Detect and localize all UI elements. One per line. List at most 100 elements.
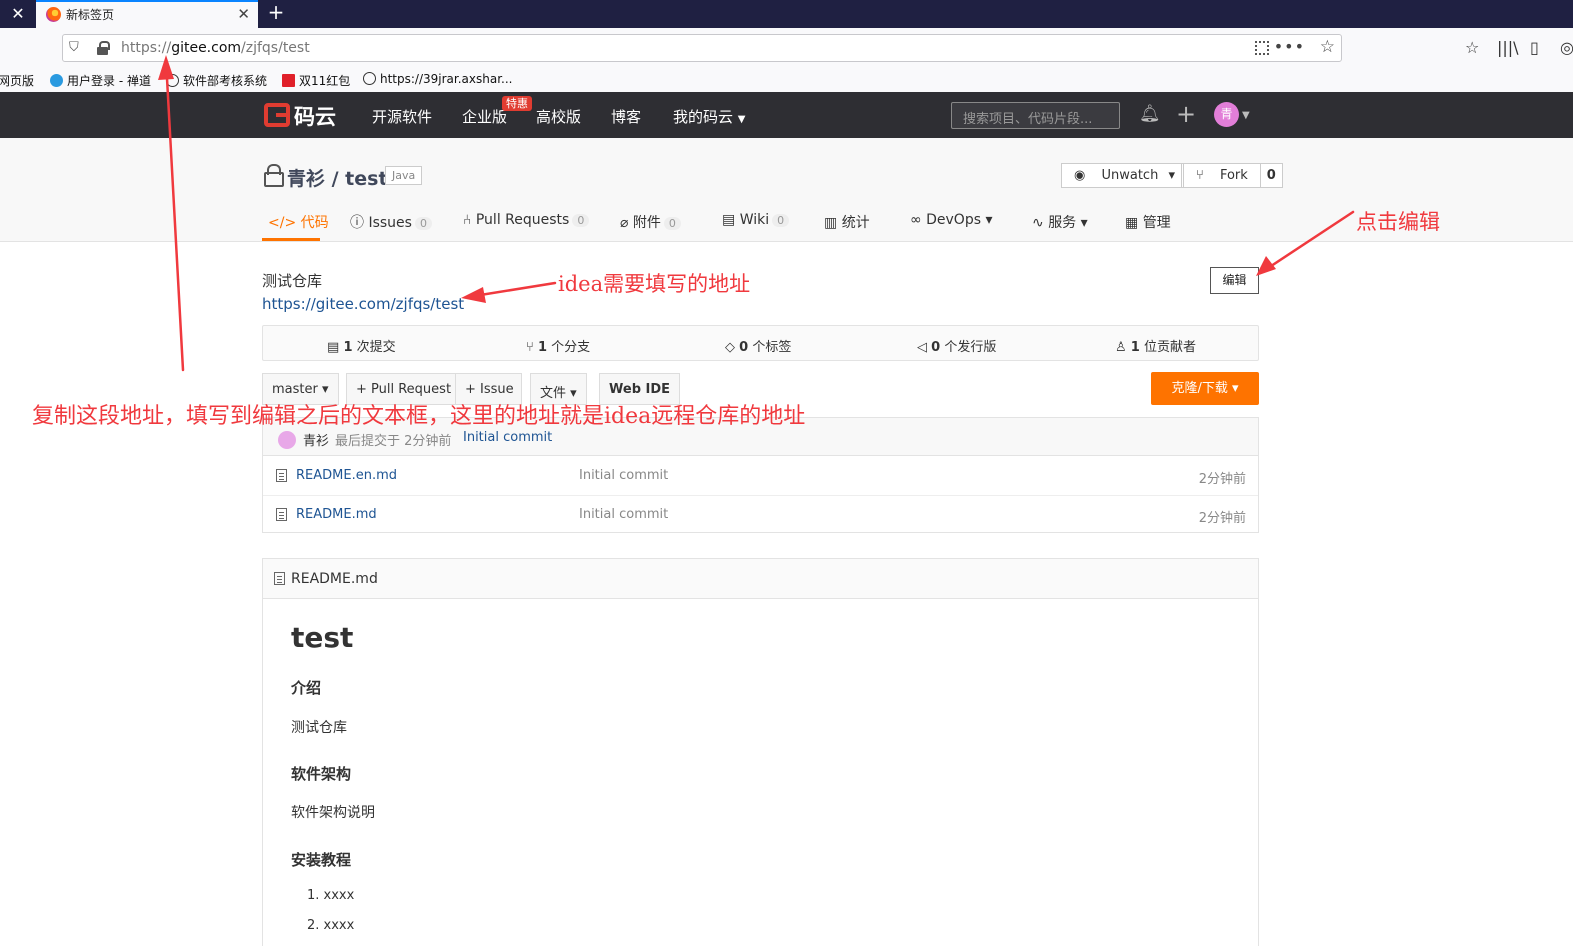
pull-request-icon: ⑃ (463, 212, 472, 228)
eye-icon: ◉ (1074, 168, 1086, 183)
stat-tags[interactable]: ◇ 0 个标签 (725, 336, 791, 355)
globe-icon (363, 72, 376, 85)
repo-title[interactable]: 青衫 / test (287, 164, 388, 191)
issue-icon: ⓘ (350, 215, 364, 231)
tag-icon: ◇ (725, 340, 735, 355)
arrowhead (461, 287, 486, 303)
tab-close-icon[interactable]: ✕ (237, 5, 250, 23)
bookmark-item[interactable]: 网页版 (0, 72, 34, 89)
account-icon[interactable]: ◎ (1560, 38, 1573, 57)
commit-icon: ▤ (327, 340, 340, 355)
address-bar[interactable]: ⛉ https://gitee.com/zjfqs/test ••• ☆ (62, 34, 1342, 62)
avatar[interactable] (278, 431, 296, 449)
globe-icon (50, 74, 63, 87)
fork-count[interactable]: 0 (1259, 164, 1282, 187)
url-text[interactable]: https://gitee.com/zjfqs/test (121, 40, 310, 56)
bell-icon[interactable]: 🔔︎ (1139, 104, 1161, 124)
readme-heading: 软件架构 (291, 765, 352, 783)
stat-releases[interactable]: ◁ 0 个发行版 (917, 336, 996, 355)
tab-wiki[interactable]: ▤ Wiki 0 (722, 212, 790, 228)
people-icon: ♙ (1115, 340, 1127, 355)
lock-icon (264, 164, 284, 187)
nav-enterprise[interactable]: 企业版 (462, 106, 507, 127)
file-time: 2分钟前 (1198, 472, 1246, 487)
annotation-edit-note: 点击编辑 (1356, 210, 1440, 234)
file-name[interactable]: README.md (296, 507, 377, 522)
tab-services[interactable]: ∿ 服务 ▾ (1032, 212, 1088, 232)
pulse-icon: ∿ (1032, 215, 1044, 231)
pin-star-icon[interactable]: ☆ (1465, 38, 1479, 57)
readme-panel: README.md test 介绍 测试仓库 软件架构 软件架构说明 安装教程 … (262, 558, 1259, 946)
close-icon[interactable]: ✕ (6, 3, 30, 25)
table-row[interactable]: README.en.md Initial commit 2分钟前 (263, 457, 1258, 495)
readme-title: test (291, 621, 354, 654)
browser-tabstrip: ✕ 新标签页 ✕ + (0, 0, 1573, 28)
paperclip-icon: ⌀ (620, 215, 629, 231)
list-item: 2. xxxx (307, 918, 355, 933)
gitee-logo-icon[interactable] (264, 103, 290, 127)
browser-tab[interactable]: 新标签页 ✕ (36, 0, 258, 28)
shield-icon[interactable]: ⛉ (69, 40, 83, 56)
browser-toolbar: ⛉ https://gitee.com/zjfqs/test ••• ☆ ☆ |… (0, 28, 1573, 68)
nav-blog[interactable]: 博客 (611, 106, 641, 127)
fork-button[interactable]: ⑂ Fork 0 (1183, 163, 1283, 188)
avatar[interactable]: 青 (1214, 102, 1239, 127)
file-commit[interactable]: Initial commit (579, 468, 668, 483)
more-icon[interactable]: ••• (1274, 37, 1305, 56)
qr-code-icon[interactable] (1255, 41, 1269, 55)
caret-down-icon[interactable]: ▼ (1242, 110, 1250, 121)
bookmark-item[interactable]: 软件部考核系统 (166, 72, 267, 89)
nav-my-gitee[interactable]: 我的码云 ▼ (673, 106, 746, 127)
sidebar-icon[interactable]: ▯ (1530, 38, 1539, 57)
stat-commits[interactable]: ▤ 1 次提交 (327, 336, 396, 355)
library-icon[interactable]: |||\ (1497, 38, 1519, 57)
tab-manage[interactable]: ▦ 管理 (1125, 212, 1171, 232)
stat-branches[interactable]: ⑂ 1 个分支 (526, 336, 590, 355)
readme-paragraph: 软件架构说明 (291, 805, 375, 821)
firefox-icon (46, 7, 61, 22)
readme-paragraph: 测试仓库 (291, 720, 347, 736)
nav-education[interactable]: 高校版 (536, 106, 581, 127)
list-item: 1. xxxx (307, 888, 355, 903)
tmall-icon (282, 74, 295, 87)
commit-message[interactable]: Initial commit (463, 430, 552, 445)
language-badge: Java (385, 166, 423, 185)
tab-stats[interactable]: ▥ 统计 (824, 212, 870, 232)
lock-icon[interactable] (97, 41, 110, 55)
stat-contributors[interactable]: ♙ 1 位贡献者 (1115, 336, 1196, 355)
plus-icon[interactable]: + (1176, 100, 1196, 128)
table-row[interactable]: README.md Initial commit 2分钟前 (263, 495, 1258, 533)
nav-open-source[interactable]: 开源软件 (372, 106, 432, 127)
site-header: 码云 开源软件 企业版 特惠 高校版 博客 我的码云 ▼ 搜索项目、代码片段..… (0, 92, 1573, 138)
tab-pull-requests[interactable]: ⑃ Pull Requests 0 (463, 212, 590, 228)
repo-homepage-link[interactable]: https://gitee.com/zjfqs/test (262, 295, 464, 313)
bookmark-item[interactable]: https://39jrar.axshar... (363, 72, 513, 86)
readme-heading: 介绍 (291, 679, 322, 697)
bookmark-item[interactable]: 双11红包 (282, 72, 350, 89)
bar-chart-icon: ▥ (824, 215, 838, 231)
edit-button[interactable]: 编辑 (1210, 267, 1259, 294)
file-commit[interactable]: Initial commit (579, 507, 668, 522)
bookmarks-bar: 网页版 用户登录 - 禅道 软件部考核系统 双11红包 https://39jr… (0, 68, 1573, 92)
bookmark-item[interactable]: 用户登录 - 禅道 (50, 72, 151, 89)
fork-icon: ⑂ (1196, 168, 1204, 183)
bookmark-star-icon[interactable]: ☆ (1320, 37, 1335, 57)
tab-issues[interactable]: ⓘ Issues 0 (350, 212, 432, 232)
readme-heading: 安装教程 (291, 851, 352, 869)
tab-code[interactable]: </> 代码 (268, 212, 329, 232)
arrowhead (1256, 256, 1276, 276)
repo-stats-bar: ▤ 1 次提交 ⑂ 1 个分支 ◇ 0 个标签 ◁ 0 个发行版 ♙ 1 位贡献… (262, 325, 1259, 361)
tab-attachments[interactable]: ⌀ 附件 0 (620, 212, 681, 232)
commit-meta: 最后提交于 2分钟前 (335, 434, 452, 449)
new-tab-icon[interactable]: + (264, 1, 288, 25)
site-logo[interactable]: 码云 (294, 101, 336, 131)
tab-devops[interactable]: ∞ DevOps ▾ (910, 212, 993, 228)
file-icon (274, 572, 285, 585)
clone-download-button[interactable]: 克隆/下载 ▾ (1151, 372, 1259, 405)
search-input[interactable]: 搜索项目、代码片段... (951, 102, 1120, 129)
promo-badge: 特惠 (502, 96, 532, 111)
commit-author[interactable]: 青衫 (303, 430, 329, 449)
active-tab-indicator (262, 238, 320, 241)
annotation-copy-note: 复制这段地址，填写到编辑之后的文本框，这里的地址就是idea远程仓库的地址 (32, 404, 806, 429)
file-name[interactable]: README.en.md (296, 468, 397, 483)
